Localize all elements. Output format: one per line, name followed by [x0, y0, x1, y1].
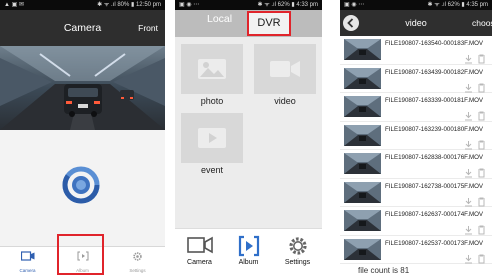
tab-label: Album: [238, 259, 259, 266]
camera-header: Camera Front: [0, 10, 165, 46]
tab-camera[interactable]: Camera: [0, 247, 55, 275]
list-item[interactable]: FILE190807-162838-000176F.MOV: [340, 150, 492, 179]
trash-icon[interactable]: [477, 80, 486, 92]
settings-gear-icon: [288, 237, 307, 255]
status-bar: ▲ ▣ ✉ ✱ ᯤ .ıl 80% ▮ 12:50 pm: [0, 0, 165, 10]
trash-icon[interactable]: [477, 108, 486, 121]
status-left: ▲ ▣ ✉: [4, 2, 24, 8]
download-icon[interactable]: [464, 222, 473, 235]
album-screen: ▣ ◉ ⋯ ✱ ᯤ .ıl 62% ▮ 4:33 pm Local DVR ph…: [175, 0, 322, 275]
trash-icon[interactable]: [477, 251, 486, 263]
file-name: FILE190807-162637-000174F.MOV: [385, 211, 484, 218]
file-name: FILE190807-163339-000181F.MOV: [385, 97, 484, 104]
trash-icon[interactable]: [477, 51, 486, 64]
camera-icon: [186, 236, 213, 254]
trash-icon[interactable]: [477, 222, 486, 235]
video-folder-tile[interactable]: [254, 44, 316, 94]
tab-camera[interactable]: Camera: [175, 229, 224, 275]
tile-label: video: [274, 96, 296, 106]
album-highlight-frame: [57, 234, 104, 275]
album-icon: [238, 235, 259, 257]
list-item[interactable]: FILE190807-163239-000180F.MOV: [340, 122, 492, 150]
status-right: ✱ ᯤ .ıl 62% ▮ 4:33 pm: [257, 2, 319, 8]
list-item[interactable]: FILE190807-163540-000183F.MOV: [340, 36, 492, 65]
status-bar: ▣ ◉ ⋯ ✱ ᯤ .ıl 62% ▮ 4:33 pm: [175, 0, 322, 10]
video-camera-icon: [270, 61, 300, 77]
bottom-tab-bar: Camera Album Settings: [175, 228, 322, 275]
video-thumbnail: [344, 181, 381, 203]
list-item[interactable]: FILE190807-162738-000175F.MOV: [340, 179, 492, 207]
tab-label: Camera: [187, 259, 212, 266]
video-file-list: FILE190807-163540-000183F.MOV FILE190807…: [340, 36, 492, 264]
status-bar: ▣ ◉ ⋯ ✱ ᯤ .ıl 62% ▮ 4:35 pm: [340, 0, 492, 10]
download-icon[interactable]: [464, 165, 473, 178]
choose-button[interactable]: choose: [472, 10, 492, 36]
list-item[interactable]: FILE190807-163439-000182F.MOV: [340, 65, 492, 93]
download-icon[interactable]: [464, 51, 473, 64]
list-item[interactable]: FILE190807-163339-000181F.MOV: [340, 93, 492, 122]
tab-dvr[interactable]: DVR: [247, 11, 291, 36]
status-right: ✱ ᯤ .ıl 62% ▮ 4:35 pm: [427, 2, 489, 8]
status-left: ▣ ◉ ⋯: [344, 2, 365, 8]
video-thumbnail: [344, 153, 381, 174]
video-list-screen: ▣ ◉ ⋯ ✱ ᯤ .ıl 62% ▮ 4:35 pm video choose…: [340, 0, 492, 275]
file-name: FILE190807-162537-000173F.MOV: [385, 239, 484, 247]
list-item[interactable]: FILE190807-162537-000173F.MOV: [340, 236, 492, 264]
status-right: ✱ ᯤ .ıl 80% ▮ 12:50 pm: [97, 2, 161, 8]
tab-label: Settings: [129, 268, 146, 273]
list-item[interactable]: FILE190807-162637-000174F.MOV: [340, 207, 492, 236]
video-header: video choose: [340, 10, 492, 36]
video-thumbnail: [344, 96, 381, 117]
page-title: video: [405, 18, 427, 28]
tab-label: Settings: [284, 259, 311, 266]
video-thumbnail: [344, 210, 381, 231]
tab-settings[interactable]: Settings: [110, 247, 165, 275]
tab-settings[interactable]: Settings: [273, 229, 322, 275]
event-icon: [198, 128, 226, 148]
status-left: ▣ ◉ ⋯: [179, 2, 200, 8]
video-thumbnail: [344, 124, 381, 146]
front-camera-button[interactable]: Front: [138, 10, 158, 46]
tile-label: photo: [200, 96, 224, 106]
live-video-preview[interactable]: [0, 46, 165, 130]
tile-label: event: [200, 165, 224, 175]
file-name: FILE190807-163439-000182F.MOV: [385, 68, 484, 76]
trash-icon[interactable]: [477, 165, 486, 178]
file-name: FILE190807-163239-000180F.MOV: [385, 125, 484, 133]
settings-gear-icon: [133, 252, 142, 261]
download-icon[interactable]: [464, 137, 473, 149]
tab-label: Camera: [19, 268, 36, 273]
photo-icon: [198, 59, 226, 79]
video-thumbnail: [344, 67, 381, 89]
trash-icon[interactable]: [477, 137, 486, 149]
tab-local[interactable]: Local: [207, 13, 232, 25]
download-icon[interactable]: [464, 251, 473, 263]
file-count: file count is 81: [358, 266, 410, 275]
download-icon[interactable]: [464, 108, 473, 121]
file-name: FILE190807-163540-000183F.MOV: [385, 40, 484, 47]
download-icon[interactable]: [464, 80, 473, 92]
camera-icon: [20, 251, 34, 261]
video-thumbnail: [344, 238, 381, 260]
video-thumbnail: [344, 39, 381, 60]
download-icon[interactable]: [464, 194, 473, 206]
tab-album[interactable]: Album: [224, 229, 273, 275]
photo-folder-tile[interactable]: [181, 44, 243, 94]
loading-spinner-icon: [62, 166, 100, 204]
camera-screen: ▲ ▣ ✉ ✱ ᯤ .ıl 80% ▮ 12:50 pm Camera Fron…: [0, 0, 165, 275]
event-folder-tile[interactable]: [181, 113, 243, 163]
trash-icon[interactable]: [477, 194, 486, 206]
file-name: FILE190807-162738-000175F.MOV: [385, 182, 484, 190]
file-name: FILE190807-162838-000176F.MOV: [385, 154, 484, 161]
